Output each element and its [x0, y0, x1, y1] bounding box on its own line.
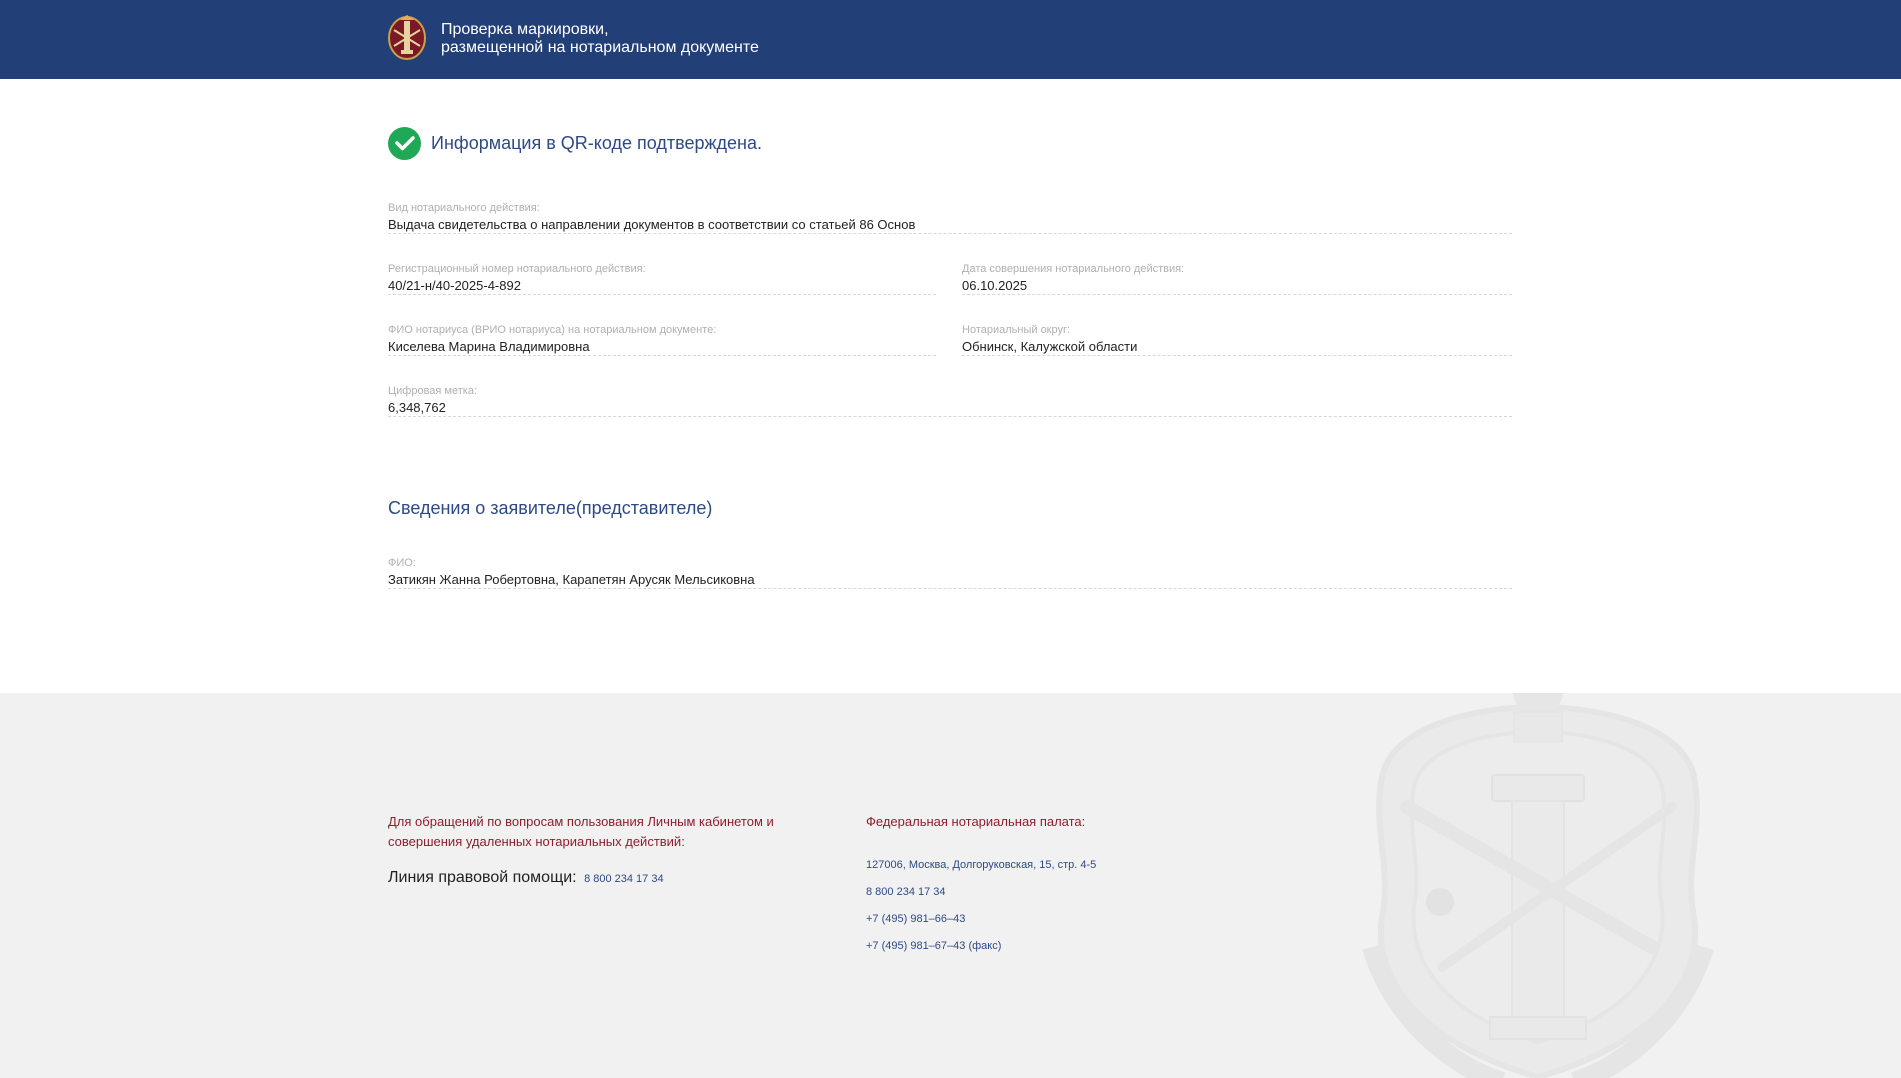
field-label: Нотариальный округ: — [962, 324, 1071, 336]
field-action-type: Вид нотариального действия: Выдача свиде… — [388, 202, 1512, 234]
verification-status-text: Информация в QR-коде подтверждена. — [431, 132, 762, 153]
field-reg-number: Регистрационный номер нотариального дейс… — [388, 263, 936, 295]
support-contact: Для обращений по вопросам пользования Ли… — [388, 812, 808, 887]
page-title: Проверка маркировки, размещенной на нота… — [441, 21, 759, 57]
field-label: ФИО: — [388, 557, 416, 569]
page-title-line2: размещенной на нотариальном документе — [441, 39, 759, 56]
field-applicant-fio: ФИО: Затикян Жанна Робертовна, Карапетян… — [388, 557, 1512, 589]
field-value: 6,348,762 — [388, 400, 446, 415]
chamber-address: 127006, Москва, Долгоруковская, 15, стр.… — [866, 859, 1097, 871]
chamber-fax: +7 (495) 981–67–43 (факс) — [866, 940, 1002, 952]
chamber-phone2-link[interactable]: +7 (495) 981–66–43 — [866, 909, 1286, 936]
field-notary-name: ФИО нотариуса (ВРИО нотариуса) на нотари… — [388, 324, 936, 356]
hotline: Линия правовой помощи: 8 800 234 17 34 — [388, 869, 808, 887]
verification-status: Информация в QR-коде подтверждена. — [388, 126, 762, 160]
field-value: Выдача свидетельства о направлении докум… — [388, 217, 916, 232]
hotline-label: Линия правовой помощи: — [388, 869, 577, 886]
field-label: Регистрационный номер нотариального дейс… — [388, 263, 646, 275]
field-value: Обнинск, Калужской области — [962, 339, 1138, 354]
chamber-phone-link[interactable]: 8 800 234 17 34 — [866, 882, 1286, 909]
field-value: Киселева Марина Владимировна — [388, 339, 590, 354]
field-label: ФИО нотариуса (ВРИО нотариуса) на нотари… — [388, 324, 717, 336]
field-digital-mark: Цифровая метка: 6,348,762 — [388, 385, 1512, 417]
field-label: Дата совершения нотариального действия: — [962, 263, 1185, 275]
check-circle-icon — [388, 126, 421, 160]
site-header: Проверка маркировки, размещенной на нота… — [0, 0, 1901, 79]
support-contact-text: Для обращений по вопросам пользования Ли… — [388, 814, 774, 849]
notary-emblem-icon[interactable] — [386, 12, 428, 62]
site-footer: Для обращений по вопросам пользования Ли… — [0, 693, 1901, 1078]
field-label: Вид нотариального действия: — [388, 202, 540, 214]
applicant-section-title: Сведения о заявителе(представителе) — [388, 498, 713, 518]
notary-emblem-watermark-icon — [1362, 693, 1714, 1078]
field-label: Цифровая метка: — [388, 385, 477, 397]
field-value: Затикян Жанна Робертовна, Карапетян Арус… — [388, 572, 755, 587]
hotline-phone-link[interactable]: 8 800 234 17 34 — [584, 873, 664, 885]
chamber-contacts: Федеральная нотариальная палата: 127006,… — [866, 812, 1286, 963]
page-title-line1: Проверка маркировки, — [441, 21, 609, 38]
chamber-title: Федеральная нотариальная палата: — [866, 814, 1086, 829]
field-district: Нотариальный округ: Обнинск, Калужской о… — [962, 324, 1512, 356]
field-action-date: Дата совершения нотариального действия: … — [962, 263, 1512, 295]
field-value: 06.10.2025 — [962, 278, 1028, 293]
field-value: 40/21-н/40-2025-4-892 — [388, 278, 521, 293]
